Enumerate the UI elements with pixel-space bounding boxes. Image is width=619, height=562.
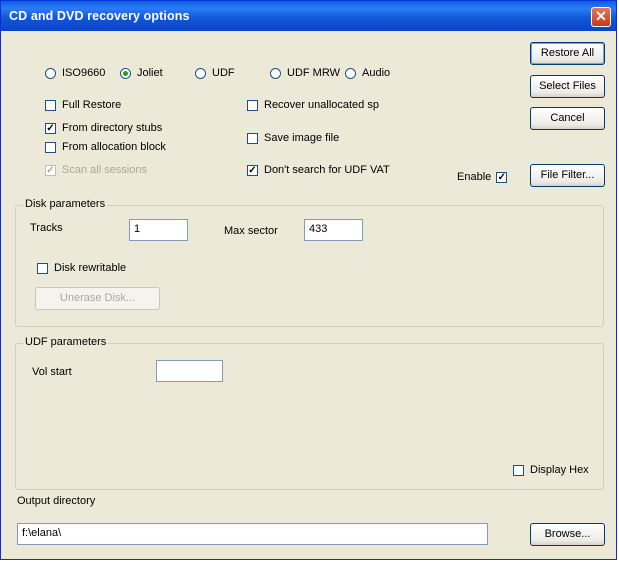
disk-rewritable-box bbox=[37, 262, 48, 274]
vol-start-label: Vol start bbox=[32, 366, 72, 378]
full-restore-label: Full Restore bbox=[62, 99, 122, 111]
display-hex-box bbox=[513, 464, 524, 476]
scan-all-sessions-label: Scan all sessions bbox=[62, 164, 147, 176]
output-directory-input[interactable]: f:\elana\ bbox=[17, 523, 488, 545]
enable-box: ✓ bbox=[496, 171, 508, 183]
from-directory-stubs-checkbox[interactable]: ✓ From directory stubs bbox=[45, 122, 162, 134]
tracks-input[interactable]: 1 bbox=[129, 219, 188, 241]
from-allocation-block-label: From allocation block bbox=[62, 141, 166, 153]
radio-iso9660[interactable]: ISO9660 bbox=[45, 67, 105, 79]
disk-rewritable-label: Disk rewritable bbox=[54, 262, 127, 274]
scan-all-sessions-checkbox: ✓ Scan all sessions bbox=[45, 164, 147, 176]
max-sector-label: Max sector bbox=[224, 225, 278, 237]
radio-udf-mrw-label: UDF MRW bbox=[287, 67, 340, 79]
dont-search-udf-vat-checkbox[interactable]: ✓ Don't search for UDF VAT bbox=[247, 164, 390, 176]
file-filter-button[interactable]: File Filter... bbox=[530, 164, 605, 187]
vol-start-input[interactable] bbox=[156, 360, 223, 382]
window-title: CD and DVD recovery options bbox=[9, 9, 190, 23]
dont-search-udf-vat-box: ✓ bbox=[247, 164, 258, 176]
cancel-button[interactable]: Cancel bbox=[530, 107, 605, 130]
full-restore-checkbox[interactable]: Full Restore bbox=[45, 99, 121, 111]
max-sector-input[interactable]: 433 bbox=[304, 219, 363, 241]
scan-all-sessions-box: ✓ bbox=[45, 164, 56, 176]
from-directory-stubs-box: ✓ bbox=[45, 122, 56, 134]
display-hex-label: Display Hex bbox=[530, 464, 589, 476]
from-allocation-block-box bbox=[45, 141, 56, 153]
restore-all-button[interactable]: Restore All bbox=[530, 42, 605, 65]
check-icon: ✓ bbox=[46, 122, 55, 134]
radio-udf[interactable]: UDF bbox=[195, 67, 235, 79]
dialog-window: CD and DVD recovery options ✕ ISO9660 Jo… bbox=[0, 0, 617, 560]
from-allocation-block-checkbox[interactable]: From allocation block bbox=[45, 141, 166, 153]
check-icon: ✓ bbox=[248, 164, 257, 176]
browse-button[interactable]: Browse... bbox=[530, 523, 605, 546]
save-image-file-box bbox=[247, 132, 258, 144]
recover-unallocated-label: Recover unallocated sp bbox=[264, 99, 379, 111]
radio-audio[interactable]: Audio bbox=[345, 67, 390, 79]
enable-label: Enable bbox=[457, 171, 492, 183]
save-image-file-checkbox[interactable]: Save image file bbox=[247, 132, 339, 144]
radio-joliet[interactable]: Joliet bbox=[120, 67, 163, 79]
enable-checkbox[interactable]: Enable ✓ bbox=[457, 171, 513, 183]
dont-search-udf-vat-label: Don't search for UDF VAT bbox=[264, 164, 390, 176]
radio-udf-mrw-circle bbox=[270, 67, 281, 79]
recover-unallocated-checkbox[interactable]: Recover unallocated sp bbox=[247, 99, 379, 111]
from-directory-stubs-label: From directory stubs bbox=[62, 122, 163, 134]
radio-joliet-label: Joliet bbox=[137, 67, 163, 79]
radio-udf-label: UDF bbox=[212, 67, 235, 79]
title-bar[interactable]: CD and DVD recovery options ✕ bbox=[1, 1, 616, 31]
close-button[interactable]: ✕ bbox=[591, 7, 611, 27]
save-image-file-label: Save image file bbox=[264, 132, 340, 144]
output-directory-label: Output directory bbox=[17, 495, 96, 507]
radio-joliet-circle bbox=[120, 67, 131, 79]
tracks-label: Tracks bbox=[30, 222, 63, 234]
close-icon: ✕ bbox=[595, 8, 607, 24]
radio-audio-label: Audio bbox=[362, 67, 391, 79]
check-icon: ✓ bbox=[497, 171, 506, 183]
radio-iso9660-label: ISO9660 bbox=[62, 67, 106, 79]
radio-audio-circle bbox=[345, 67, 356, 79]
radio-iso9660-circle bbox=[45, 67, 56, 79]
select-files-button[interactable]: Select Files bbox=[530, 75, 605, 98]
display-hex-checkbox[interactable]: Display Hex bbox=[513, 464, 589, 476]
disk-parameters-label: Disk parameters bbox=[23, 198, 108, 210]
unerase-disk-button: Unerase Disk... bbox=[35, 287, 160, 310]
disk-rewritable-checkbox[interactable]: Disk rewritable bbox=[37, 262, 126, 274]
radio-udf-mrw[interactable]: UDF MRW bbox=[270, 67, 340, 79]
check-icon: ✓ bbox=[46, 164, 55, 176]
udf-parameters-label: UDF parameters bbox=[23, 336, 109, 348]
radio-udf-circle bbox=[195, 67, 206, 79]
recover-unallocated-box bbox=[247, 99, 258, 111]
full-restore-box bbox=[45, 99, 56, 111]
